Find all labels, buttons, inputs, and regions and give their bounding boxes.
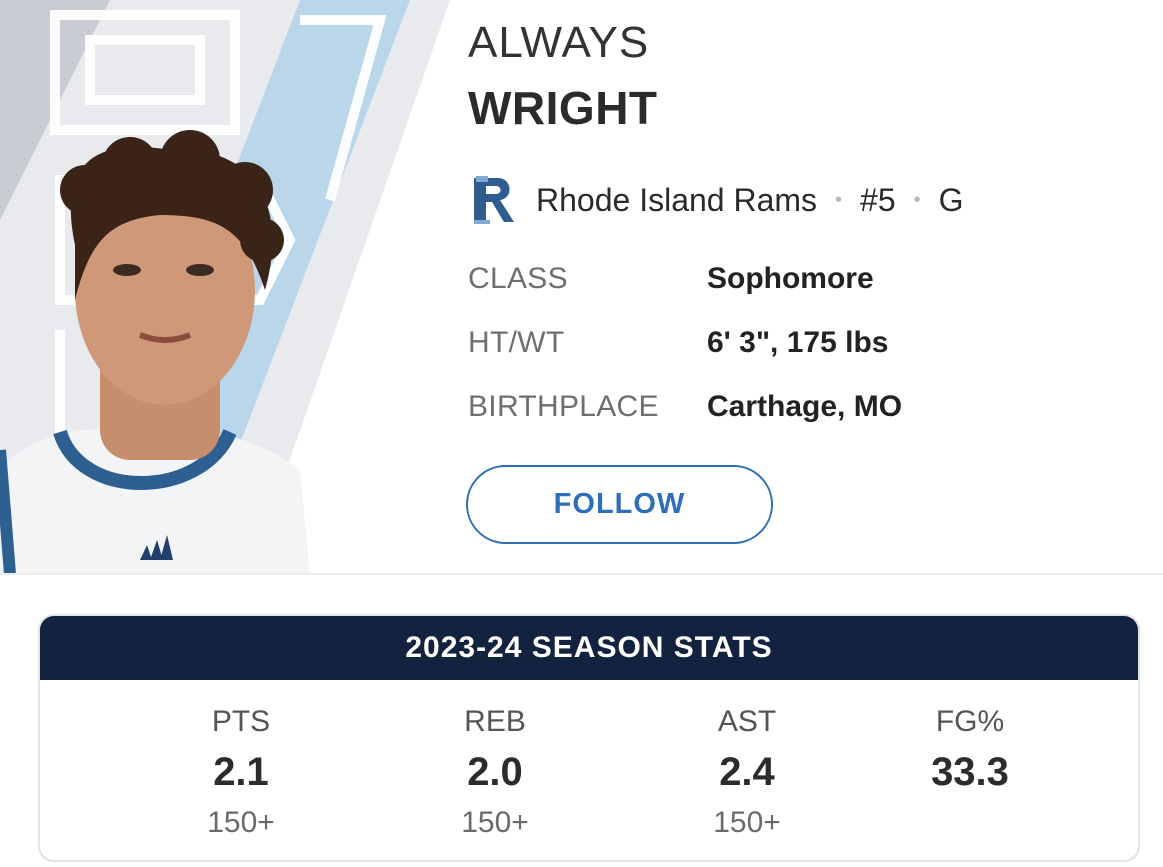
stat-value: 2.4: [719, 750, 775, 794]
stat-value: 33.3: [931, 750, 1009, 794]
birthplace-label: BIRTHPLACE: [468, 390, 659, 423]
follow-button[interactable]: FOLLOW: [466, 465, 773, 544]
height-weight-value: 6' 3", 175 lbs: [707, 326, 889, 359]
stat-label: PTS: [211, 705, 271, 738]
player-first-name: ALWAYS: [468, 18, 650, 67]
jersey-number: #5: [860, 181, 896, 218]
stat-label: FG%: [935, 705, 1005, 738]
height-weight-label: HT/WT: [468, 326, 565, 359]
stat-reb: REB 2.0 150+: [395, 680, 595, 840]
stat-label: AST: [717, 705, 777, 738]
stat-value: 2.1: [213, 750, 269, 794]
stat-rank: 150+: [207, 806, 275, 839]
season-stats-card: 2023-24 SEASON STATS PTS 2.1 150+ REB 2.…: [38, 614, 1140, 862]
hero-divider: [0, 573, 1163, 575]
stat-rank: 150+: [461, 806, 529, 839]
player-headshot-photo: [0, 0, 450, 574]
team-info-row: Rhode Island Rams • #5 • G: [470, 170, 964, 230]
stat-rank: 150+: [713, 806, 781, 839]
player-headshot: [0, 0, 450, 574]
separator-dot: •: [835, 188, 843, 211]
class-value: Sophomore: [707, 262, 874, 295]
separator-dot: •: [913, 188, 921, 211]
stat-pts: PTS 2.1 150+: [141, 680, 341, 840]
stat-ast: AST 2.4 150+: [647, 680, 847, 840]
player-hero: ALWAYS WRIGHT Rhode Island Rams • #5 • G…: [0, 0, 1163, 574]
birthplace-value: Carthage, MO: [707, 390, 903, 423]
stat-value: 2.0: [467, 750, 523, 794]
player-last-name: WRIGHT: [468, 82, 658, 134]
season-stats-title: 2023-24 SEASON STATS: [40, 616, 1138, 680]
class-label: CLASS: [468, 262, 568, 295]
rhode-island-rams-logo-icon[interactable]: [470, 172, 520, 228]
team-name-link[interactable]: Rhode Island Rams: [536, 182, 817, 219]
stat-fg-pct: FG% 33.3: [870, 680, 1070, 806]
stat-label: REB: [464, 705, 526, 738]
player-position: G: [938, 181, 964, 218]
